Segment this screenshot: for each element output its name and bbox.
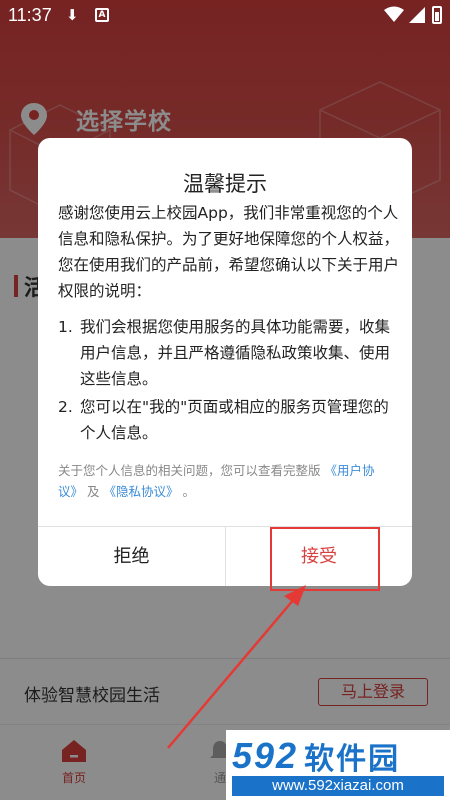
watermark-name: 软件园 (304, 742, 401, 777)
watermark-title: 592 软件园 (232, 734, 400, 778)
watermark-url: www.592xiazai.com (232, 776, 444, 796)
watermark-number: 592 (232, 735, 299, 776)
watermark-logo: 592 软件园 www.592xiazai.com (226, 730, 450, 800)
annotation-arrow-icon (167, 585, 306, 749)
